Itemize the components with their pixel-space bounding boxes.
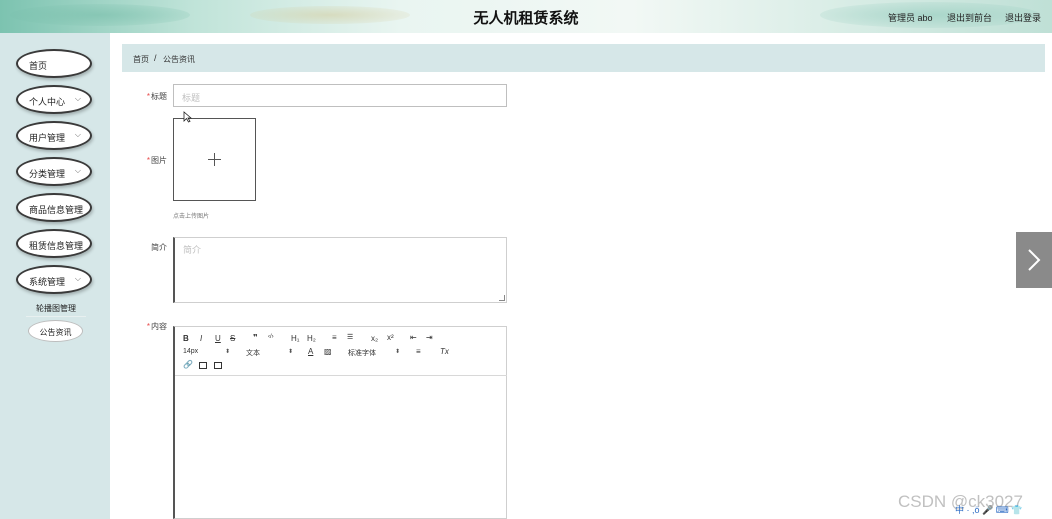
image-upload[interactable] xyxy=(173,118,256,201)
content-label-text: 内容 xyxy=(151,322,167,331)
ime-toolbar: 中 · ,ö 🎤 ⌨ 👕 xyxy=(955,505,1023,515)
top-header: 无人机租赁系统 管理员 abo 退出到前台 退出登录 xyxy=(0,0,1052,33)
outdent-button[interactable]: ⇤ xyxy=(410,333,417,342)
required-mark: * xyxy=(146,92,150,101)
blockquote-button[interactable]: ❞ xyxy=(253,333,258,342)
sidebar-subitem-carousel[interactable]: 轮播图管理 xyxy=(26,303,86,317)
subscript-button[interactable]: x₂ xyxy=(371,334,378,343)
background-color-button[interactable]: ▨ xyxy=(324,347,332,356)
font-family-select[interactable]: 标准字体 ⬍ xyxy=(348,348,403,358)
intro-label: 简介 xyxy=(151,243,167,252)
rich-text-editor: B I U S ❞ ‹/› H₁ H₂ ≡ ☰ x₂ x² ⇤ ⇥ 14px ⬍… xyxy=(173,326,507,519)
bold-button[interactable]: B xyxy=(183,334,189,343)
select-arrows-icon: ⬍ xyxy=(395,349,401,355)
sidebar-item-user-management[interactable]: 用户管理 ⌵ xyxy=(16,121,92,150)
superscript-button[interactable]: x² xyxy=(387,333,394,342)
front-link[interactable]: 退出到前台 xyxy=(947,11,992,24)
link-icon[interactable]: 🔗 xyxy=(183,360,193,369)
h1-button[interactable]: H₁ xyxy=(291,334,299,343)
italic-button[interactable]: I xyxy=(200,334,202,343)
sidebar-item-label: 首页 xyxy=(29,61,48,71)
next-arrow-button[interactable] xyxy=(1016,232,1052,288)
editor-toolbar: B I U S ❞ ‹/› H₁ H₂ ≡ ☰ x₂ x² ⇤ ⇥ 14px ⬍… xyxy=(175,327,507,376)
breadcrumb-current: 公告资讯 xyxy=(163,55,195,64)
sidebar-item-personal-center[interactable]: 个人中心 ⌵ xyxy=(16,85,92,114)
ordered-list-button[interactable]: ≡ xyxy=(332,333,337,342)
sidebar-item-rental-management[interactable]: 租赁信息管理 ⌵ xyxy=(16,229,92,258)
image-icon[interactable] xyxy=(199,362,207,369)
font-size-value: 14px xyxy=(183,348,199,355)
chevron-right-icon xyxy=(1028,249,1041,271)
chevron-up-icon: ⌵ xyxy=(74,274,81,283)
indent-button[interactable]: ⇥ xyxy=(426,333,433,342)
intro-placeholder: 简介 xyxy=(183,245,202,255)
sidebar-item-system-management[interactable]: 系统管理 ⌵ xyxy=(16,265,92,294)
sidebar-item-label: 系统管理 xyxy=(29,277,66,287)
breadcrumb-home[interactable]: 首页 xyxy=(133,54,149,65)
resize-handle-icon[interactable] xyxy=(499,295,505,301)
required-mark: * xyxy=(146,156,150,165)
chevron-down-icon: ⌵ xyxy=(74,166,81,175)
image-label-text: 图片 xyxy=(151,156,167,165)
upload-hint: 点击上传图片 xyxy=(173,214,210,220)
plus-icon xyxy=(214,153,215,166)
align-button[interactable]: ≡ xyxy=(416,347,421,356)
title-label-text: 标题 xyxy=(151,92,167,101)
sidebar-item-category-management[interactable]: 分类管理 ⌵ xyxy=(16,157,92,186)
font-family-value: 标准字体 xyxy=(348,350,376,357)
font-size-select[interactable]: 14px ⬍ xyxy=(183,348,233,355)
bullet-list-button[interactable]: ☰ xyxy=(347,333,353,341)
breadcrumb-separator: / xyxy=(154,53,157,63)
content-label: *内容 xyxy=(127,321,167,332)
sidebar-item-home[interactable]: 首页 xyxy=(16,49,92,78)
sidebar-item-label: 用户管理 xyxy=(29,133,66,143)
title-label: *标题 xyxy=(127,91,167,102)
h2-button[interactable]: H₂ xyxy=(307,334,316,343)
chevron-down-icon: ⌵ xyxy=(74,130,81,139)
required-mark: * xyxy=(146,322,150,331)
title-input[interactable]: 标题 xyxy=(173,84,507,107)
image-label: *图片 xyxy=(127,155,167,166)
chevron-down-icon: ⌵ xyxy=(74,202,81,211)
sidebar-item-label: 分类管理 xyxy=(29,169,66,179)
current-user: 管理员 abo xyxy=(888,13,933,23)
text-color-button[interactable]: A xyxy=(308,347,313,356)
chevron-down-icon: ⌵ xyxy=(74,94,81,103)
sidebar-item-product-management[interactable]: 商品信息管理 ⌵ xyxy=(16,193,92,222)
select-arrows-icon: ⬍ xyxy=(225,349,231,355)
logout-link[interactable]: 退出登录 xyxy=(1005,11,1041,24)
sidebar-item-label: 个人中心 xyxy=(29,97,66,107)
select-arrows-icon: ⬍ xyxy=(288,349,294,355)
block-type-value: 文本 xyxy=(246,350,260,357)
clean-format-button[interactable]: Tx xyxy=(440,347,449,356)
intro-textarea[interactable]: 简介 xyxy=(173,237,507,303)
video-icon[interactable] xyxy=(214,362,222,369)
chevron-down-icon: ⌵ xyxy=(74,238,81,247)
code-button[interactable]: ‹/› xyxy=(268,334,274,340)
breadcrumb: 首页 / 公告资讯 xyxy=(122,44,1045,72)
mouse-cursor-icon xyxy=(183,111,192,123)
underline-button[interactable]: U xyxy=(215,334,221,343)
strike-button[interactable]: S xyxy=(230,334,235,343)
sidebar-subitem-announcements[interactable]: 公告资讯 xyxy=(28,320,83,342)
block-type-select[interactable]: 文本 ⬍ xyxy=(246,348,296,358)
